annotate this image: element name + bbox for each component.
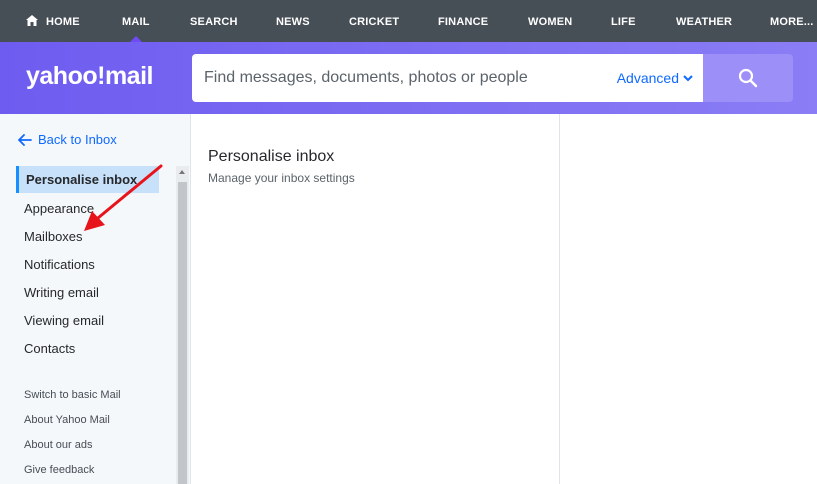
nav-search[interactable]: SEARCH bbox=[190, 0, 238, 42]
search-icon bbox=[738, 68, 758, 88]
home-icon bbox=[26, 15, 38, 27]
search-button[interactable] bbox=[703, 54, 793, 102]
page-subtitle: Manage your inbox settings bbox=[208, 171, 355, 185]
mail-header: yahoo!mail Advanced bbox=[0, 42, 817, 114]
nav-more[interactable]: MORE... bbox=[770, 0, 814, 42]
back-to-inbox-link[interactable]: Back to Inbox bbox=[18, 132, 117, 147]
yahoo-mail-logo[interactable]: yahoo!mail bbox=[26, 62, 153, 91]
sidebar-item-contacts[interactable]: Contacts bbox=[16, 335, 159, 362]
sidebar-item-mailboxes[interactable]: Mailboxes bbox=[16, 223, 159, 250]
top-nav-bar: HOME MAIL SEARCH NEWS CRICKET FINANCE WO… bbox=[0, 0, 817, 42]
settings-content-panel: Personalise inbox Manage your inbox sett… bbox=[192, 114, 560, 484]
advanced-label: Advanced bbox=[616, 70, 679, 86]
nav-news[interactable]: NEWS bbox=[276, 0, 310, 42]
page-title: Personalise inbox bbox=[208, 148, 335, 165]
scroll-up-arrow-icon[interactable] bbox=[179, 170, 185, 174]
arrow-left-icon bbox=[18, 133, 32, 146]
nav-life[interactable]: LIFE bbox=[611, 0, 636, 42]
sidebar-item-notifications[interactable]: Notifications bbox=[16, 251, 159, 278]
scrollbar-thumb[interactable] bbox=[178, 182, 187, 484]
sidebar-item-appearance[interactable]: Appearance bbox=[16, 195, 159, 222]
advanced-search-button[interactable]: Advanced bbox=[617, 54, 693, 102]
sidebar-item-writing-email[interactable]: Writing email bbox=[16, 279, 159, 306]
nav-weather[interactable]: WEATHER bbox=[676, 0, 732, 42]
nav-home[interactable]: HOME bbox=[26, 0, 80, 42]
settings-sidebar: Back to Inbox Personalise inbox Appearan… bbox=[0, 114, 191, 484]
back-to-inbox-label: Back to Inbox bbox=[38, 132, 117, 147]
nav-home-label: HOME bbox=[46, 16, 80, 28]
nav-mail[interactable]: MAIL bbox=[122, 0, 150, 42]
give-feedback-link[interactable]: Give feedback bbox=[24, 464, 94, 476]
nav-women[interactable]: WOMEN bbox=[528, 0, 572, 42]
chevron-down-icon bbox=[683, 75, 693, 82]
sidebar-item-personalise-inbox[interactable]: Personalise inbox bbox=[16, 166, 159, 193]
sidebar-item-viewing-email[interactable]: Viewing email bbox=[16, 307, 159, 334]
sidebar-scrollbar[interactable] bbox=[176, 166, 189, 484]
about-our-ads-link[interactable]: About our ads bbox=[24, 439, 93, 451]
nav-cricket[interactable]: CRICKET bbox=[349, 0, 399, 42]
nav-finance[interactable]: FINANCE bbox=[438, 0, 488, 42]
search-box: Advanced bbox=[192, 54, 703, 102]
preview-panel bbox=[561, 114, 817, 484]
search-input[interactable] bbox=[192, 54, 602, 102]
about-yahoo-mail-link[interactable]: About Yahoo Mail bbox=[24, 414, 110, 426]
switch-to-basic-mail-link[interactable]: Switch to basic Mail bbox=[24, 389, 121, 401]
